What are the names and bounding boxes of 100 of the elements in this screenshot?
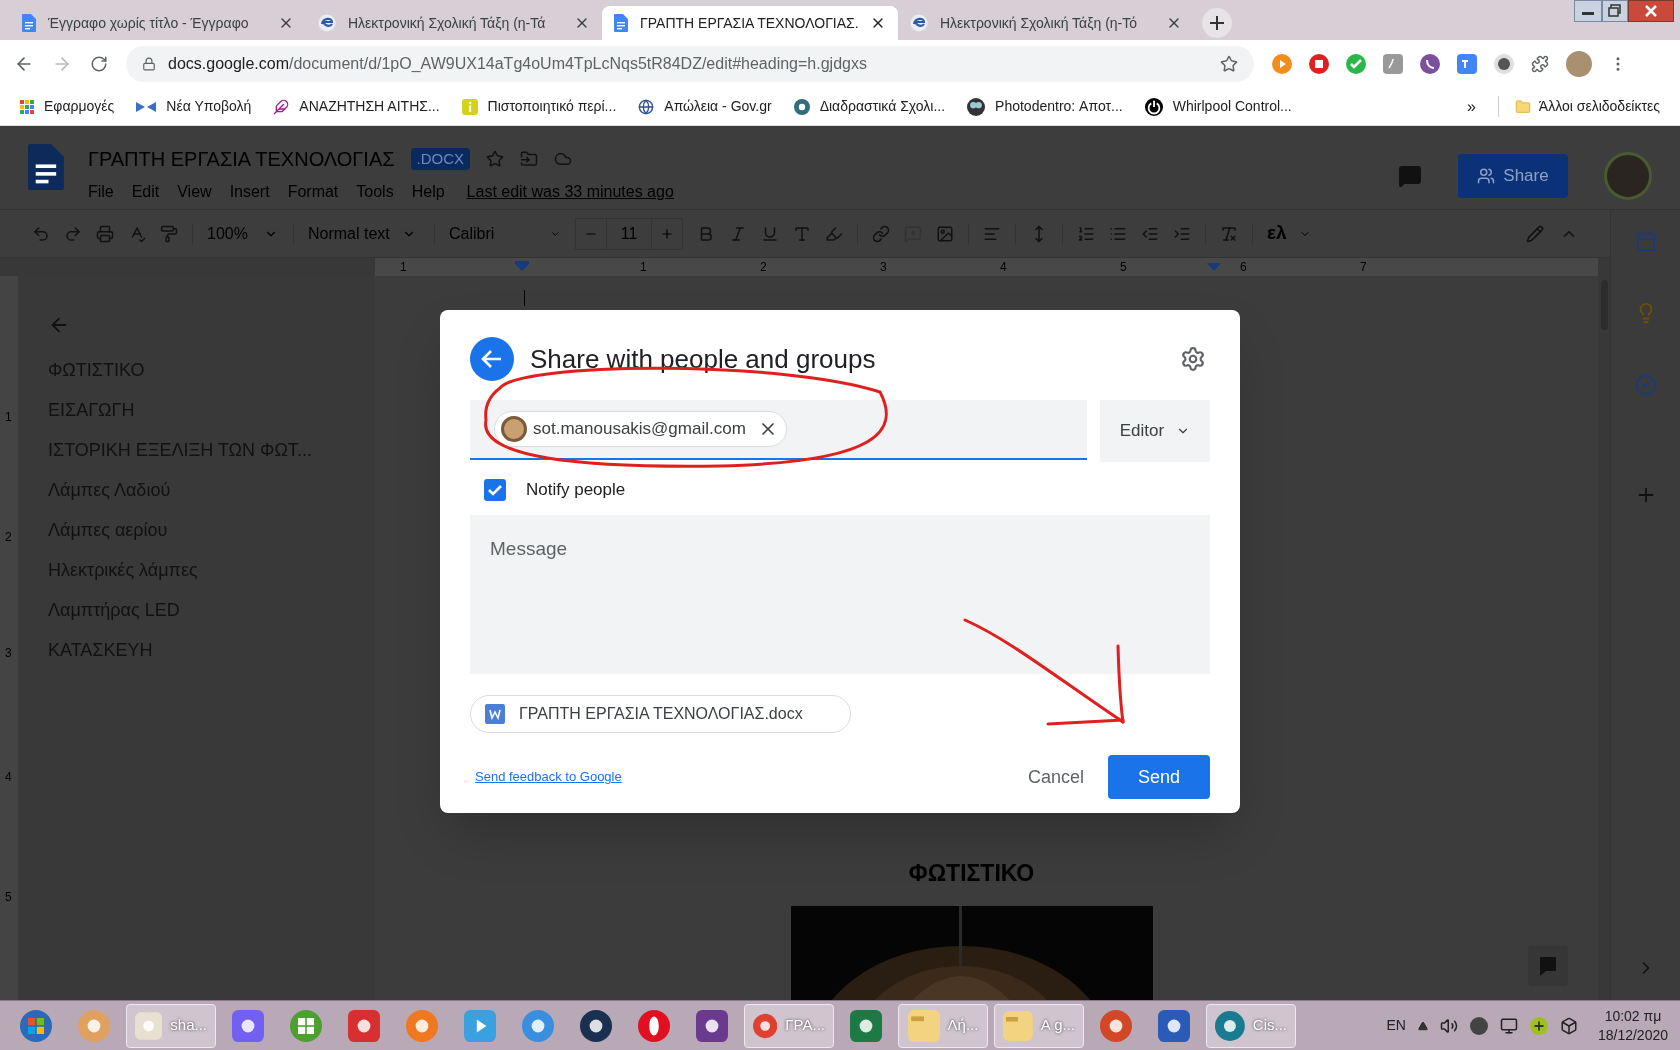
pencil-icon[interactable] [1526,224,1544,243]
avatar-icon [501,416,527,442]
page-heading: ΦΩΤΙΣΤΙΚΟ [908,859,1035,888]
ruler-number: 2 [760,259,767,276]
play-icon [464,1009,496,1042]
comment-icon[interactable] [1398,164,1422,188]
text-color-icon[interactable] [793,224,811,243]
more-bookmarks-button[interactable]: » [1466,94,1476,119]
folder-icon [907,1009,940,1042]
indent-marker-icon[interactable] [1207,263,1221,271]
cancel-button[interactable]: Cancel [1027,763,1084,791]
role-dropdown[interactable]: Editor [1100,400,1210,462]
taskbar-button[interactable]: A g... [994,1003,1084,1048]
network-icon[interactable] [1499,1016,1518,1035]
circle-icon[interactable] [1494,54,1514,74]
swoosh-logo-icon [910,14,928,32]
folder-icon [1514,98,1531,115]
plus-circle-icon[interactable] [1529,1016,1548,1035]
new-tab-button[interactable] [1202,8,1232,38]
check-icon[interactable] [1346,54,1366,74]
clear-formatting-icon[interactable] [1220,224,1238,243]
recipient-chip[interactable]: sot.manousakis@gmail.com [494,411,787,447]
menu-item[interactable]: File [87,180,114,204]
back-button[interactable] [470,337,514,381]
address-field[interactable]: docs.google.com/document/d/1pO_AW9UX14aTg4oUm4TpLcNqs5tR84DZ/edit#heading=h.gjdgxs [126,46,1254,82]
menu-item[interactable]: Help [411,180,445,204]
other-bookmarks-folder[interactable]: Άλλοι σελιδοδείκτες [1497,96,1660,117]
profile-avatar[interactable] [1604,152,1652,200]
cloud-icon[interactable] [554,150,573,168]
minimize-button[interactable] [1574,0,1602,22]
reload-icon[interactable] [90,55,108,73]
menu-item[interactable]: Insert [229,180,270,204]
play-icon[interactable] [1272,54,1292,74]
swoosh-logo-icon [318,14,336,32]
feather-icon [273,98,290,115]
feedback-link[interactable]: Send feedback to Google [475,767,622,787]
star-icon[interactable] [1220,55,1238,73]
input-tools-button[interactable]: ελ [1267,219,1311,248]
notify-checkbox[interactable] [484,479,506,501]
move-folder-icon[interactable] [520,150,539,168]
settings-icon[interactable] [1180,346,1206,372]
circle-logo-icon [793,98,810,115]
bookmark-link[interactable]: Νέα Υποβολή [136,96,252,117]
add-comment-button[interactable] [1528,946,1568,986]
zoom-dropdown[interactable]: 100% [207,221,279,246]
bookmark-link[interactable]: Διαδραστικά Σχολι... [793,96,946,117]
taskbar-button[interactable]: Cis... [1206,1003,1296,1048]
ring-icon [638,1009,670,1042]
show-hidden-icons-icon[interactable] [1417,1020,1428,1031]
browser-tab[interactable]: Ηλεκτρονική Σχολική Τάξη (η-Τό [898,6,1194,40]
style-dropdown[interactable]: Normal text [308,221,420,246]
font-dropdown[interactable]: Calibri [449,221,561,246]
browser-tab[interactable]: Ηλεκτρονική Σχολική Τάξη (η-Τά [306,6,602,40]
ruler-number: 5 [1120,259,1127,276]
image-icon[interactable] [936,224,954,243]
undo-icon[interactable] [32,224,50,243]
bookmark-link[interactable]: Whirlpool Control... [1144,96,1292,117]
file-type-tag: .DOCX [410,147,471,171]
print-icon[interactable] [96,224,114,243]
browser-tab[interactable]: ΓΡΑΠΤΗ ΕΡΓΑΣΙΑ ΤΕΧΝΟΛΟΓΙΑΣ. [602,6,898,40]
bookmark-link[interactable]: Photodentro: Αποτ... [967,96,1123,117]
volume-icon[interactable] [1439,1016,1458,1035]
dropbox-icon[interactable] [1559,1016,1578,1035]
taskbar-button[interactable]: sha... [126,1003,216,1048]
message-field[interactable]: Message [470,515,1210,674]
bookmark-link[interactable]: Πιστοποιητικό περί... [461,96,617,117]
recipients-field[interactable]: sot.manousakis@gmail.com [470,400,1087,460]
document-title[interactable]: ΓΡΑΠΤΗ ΕΡΓΑΣΙΑ ΤΕΧΝΟΛΟΓΙΑΣ [87,144,395,174]
indent-marker-icon[interactable] [515,261,529,271]
extensions-icon[interactable] [1531,55,1549,73]
apps-grid-icon [20,99,34,114]
language-indicator[interactable]: EN [1386,1015,1406,1036]
send-button[interactable]: Send [1108,755,1210,799]
star-icon[interactable] [486,150,505,168]
bookmark-link[interactable]: Απώλεια - Gov.gr [638,96,772,117]
taskbar-button[interactable]: Λή... [898,1003,988,1048]
ruler-number: 5 [5,889,12,906]
italic-icon[interactable] [729,224,747,243]
bookmark-link[interactable]: Εφαρμογές [20,96,115,117]
last-edit-link[interactable]: Last edit was 33 minutes ago [466,180,674,204]
taskbar-button[interactable]: ΓΡΑ... [744,1003,834,1048]
ruler-number: 6 [1240,259,1247,276]
menu-item[interactable]: Edit [131,180,160,204]
bookmark-link[interactable]: ΑΝΑΖΗΤΗΣΗ ΑΙΤΗΣ... [273,96,440,117]
clock[interactable]: 10:02 πμ 18/12/2020 [1597,1006,1668,1045]
increase-size-button[interactable] [660,226,674,241]
menu-item[interactable]: View [177,180,212,204]
highlighter-icon[interactable] [825,224,843,243]
browser-tab[interactable]: Έγγραφο χωρίς τίτλο - Έγγραφο [10,6,306,40]
restore-button[interactable] [1602,0,1628,22]
link-icon[interactable] [872,224,890,243]
numbered-list-icon[interactable] [1077,224,1095,243]
menu-item[interactable]: Format [287,180,339,204]
underline-icon[interactable] [761,224,779,243]
menu-item[interactable]: Tools [356,180,394,204]
paint-roller-icon[interactable] [160,224,178,243]
redo-icon[interactable] [64,224,82,243]
close-window-button[interactable] [1628,0,1674,22]
share-button[interactable]: Share [1458,154,1568,198]
profile-avatar[interactable] [1566,51,1592,77]
